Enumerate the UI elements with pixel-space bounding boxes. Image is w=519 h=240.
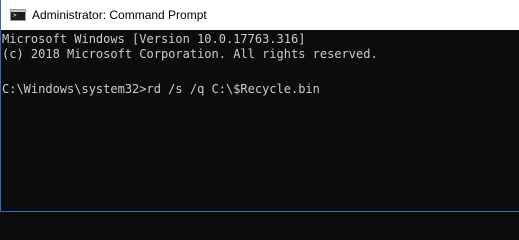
window-title: Administrator: Command Prompt (32, 8, 207, 22)
command-prompt-icon[interactable]: > (10, 9, 26, 21)
title-bar[interactable]: > Administrator: Command Prompt (1, 0, 519, 30)
console-line: (c) 2018 Microsoft Corporation. All righ… (2, 47, 378, 61)
command-prompt-window: > Administrator: Command Prompt Microsof… (0, 0, 519, 212)
command-line[interactable]: C:\Windows\system32>rd /s /q C:\$Recycle… (2, 81, 320, 97)
icon-prompt-glyph: > (13, 12, 17, 19)
console-output[interactable]: Microsoft Windows [Version 10.0.17763.31… (1, 30, 519, 211)
console-line: Microsoft Windows [Version 10.0.17763.31… (2, 32, 306, 46)
